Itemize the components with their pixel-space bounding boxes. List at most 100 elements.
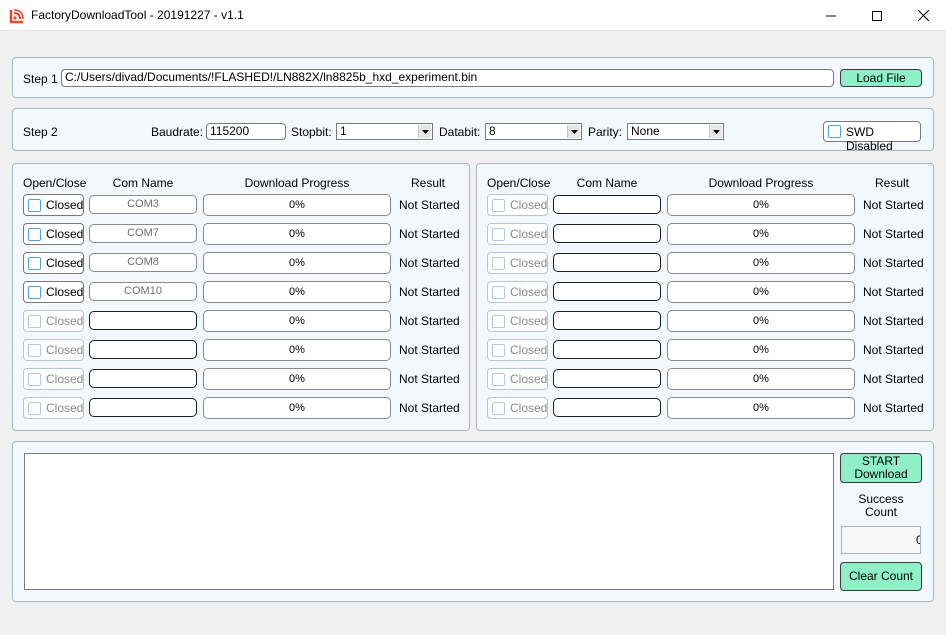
open-close-checkbox (28, 315, 41, 328)
open-close-label: Closed (510, 198, 548, 212)
chevron-down-icon (709, 125, 722, 138)
open-close-toggle[interactable]: Closed (23, 281, 84, 303)
download-progress-bar: 0% (667, 339, 855, 361)
com-name-field[interactable] (553, 369, 661, 388)
parity-select[interactable]: None (627, 123, 724, 140)
download-progress-bar: 0% (667, 223, 855, 245)
port-row: Closed COM8 0% Not Started (13, 252, 469, 275)
open-close-toggle[interactable]: Closed (487, 194, 548, 216)
com-name-field[interactable] (553, 224, 661, 243)
open-close-label: Closed (46, 227, 84, 241)
clear-count-button[interactable]: Clear Count (840, 562, 922, 591)
open-close-toggle[interactable]: Closed (23, 339, 84, 361)
open-close-label: Closed (46, 285, 84, 299)
port-row: Closed COM7 0% Not Started (13, 223, 469, 246)
parity-value: None (631, 124, 660, 138)
swd-toggle[interactable]: SWD Disabled (823, 121, 921, 153)
success-line2: Count (864, 505, 898, 519)
result-text: Not Started (399, 314, 460, 328)
com-name-field[interactable] (89, 398, 197, 417)
maximize-icon (872, 10, 882, 21)
result-text: Not Started (863, 285, 924, 299)
port-row: Closed 0% Not Started (13, 397, 469, 420)
result-text: Not Started (399, 198, 460, 212)
open-close-toggle[interactable]: Closed (487, 310, 548, 332)
header-download-progress: Download Progress (244, 176, 350, 190)
step1-label: Step 1 (23, 72, 58, 86)
open-close-toggle[interactable]: Closed (487, 339, 548, 361)
header-com-name: Com Name (576, 176, 638, 190)
open-close-toggle[interactable]: Closed (23, 252, 84, 274)
close-button[interactable] (900, 0, 946, 31)
download-progress-bar: 0% (203, 368, 391, 390)
stopbit-value: 1 (340, 124, 347, 138)
port-row: Closed 0% Not Started (477, 310, 933, 333)
minimize-icon (826, 15, 836, 16)
result-text: Not Started (399, 256, 460, 270)
open-close-label: Closed (46, 198, 84, 212)
open-close-checkbox (28, 402, 41, 415)
com-name-field[interactable] (89, 311, 197, 330)
open-close-toggle[interactable]: Closed (23, 310, 84, 332)
com-name-field[interactable]: COM3 (89, 195, 197, 214)
port-row: Closed 0% Not Started (13, 368, 469, 391)
com-name-field[interactable] (89, 369, 197, 388)
app-logo-icon (9, 9, 24, 24)
open-close-toggle[interactable]: Closed (487, 397, 548, 419)
header-result: Result (874, 176, 909, 190)
start-download-button[interactable]: START Download (840, 453, 922, 483)
header-com-name: Com Name (112, 176, 174, 190)
com-name-field[interactable] (553, 195, 661, 214)
swd-label: SWD Disabled (846, 125, 893, 153)
open-close-checkbox (28, 344, 41, 357)
download-progress-bar: 0% (203, 194, 391, 216)
com-name-field[interactable] (553, 282, 661, 301)
result-text: Not Started (399, 372, 460, 386)
com-name-field[interactable] (553, 253, 661, 272)
step1-panel: Step 1 C:/Users/divad/Documents/!FLASHED… (12, 57, 934, 98)
open-close-toggle[interactable]: Closed (23, 194, 84, 216)
port-row: Closed 0% Not Started (13, 310, 469, 333)
open-close-toggle[interactable]: Closed (23, 368, 84, 390)
close-icon (917, 10, 929, 21)
open-close-toggle[interactable]: Closed (23, 397, 84, 419)
swd-checkbox (828, 125, 841, 138)
databit-select[interactable]: 8 (485, 123, 582, 140)
port-panel-right: Open/Close Com Name Download Progress Re… (476, 163, 934, 431)
open-close-toggle[interactable]: Closed (23, 223, 84, 245)
maximize-button[interactable] (854, 0, 900, 31)
open-close-toggle[interactable]: Closed (487, 281, 548, 303)
result-text: Not Started (863, 401, 924, 415)
log-output[interactable] (24, 453, 834, 590)
baudrate-input[interactable]: 115200 (206, 123, 286, 140)
file-path-input[interactable]: C:/Users/divad/Documents/!FLASHED!/LN882… (61, 69, 834, 87)
open-close-checkbox (28, 228, 41, 241)
open-close-label: Closed (46, 372, 84, 386)
download-progress-bar: 0% (203, 252, 391, 274)
open-close-checkbox (28, 373, 41, 386)
com-name-field[interactable] (553, 340, 661, 359)
open-close-toggle[interactable]: Closed (487, 368, 548, 390)
open-close-label: Closed (46, 343, 84, 357)
minimize-button[interactable] (808, 0, 854, 31)
port-row: Closed 0% Not Started (477, 339, 933, 362)
com-name-field[interactable] (553, 311, 661, 330)
open-close-toggle[interactable]: Closed (487, 252, 548, 274)
stopbit-select[interactable]: 1 (336, 123, 433, 140)
com-name-field[interactable] (553, 398, 661, 417)
result-text: Not Started (863, 227, 924, 241)
com-name-field[interactable]: COM7 (89, 224, 197, 243)
port-row: Closed 0% Not Started (477, 368, 933, 391)
open-close-checkbox (492, 199, 505, 212)
download-progress-bar: 0% (203, 310, 391, 332)
download-progress-bar: 0% (203, 397, 391, 419)
load-file-button[interactable]: Load File (840, 69, 922, 87)
open-close-checkbox (492, 344, 505, 357)
com-name-field[interactable]: COM10 (89, 282, 197, 301)
header-download-progress: Download Progress (708, 176, 814, 190)
result-text: Not Started (863, 343, 924, 357)
com-name-field[interactable] (89, 340, 197, 359)
open-close-toggle[interactable]: Closed (487, 223, 548, 245)
com-name-field[interactable]: COM8 (89, 253, 197, 272)
parity-label: Parity: (588, 125, 623, 139)
